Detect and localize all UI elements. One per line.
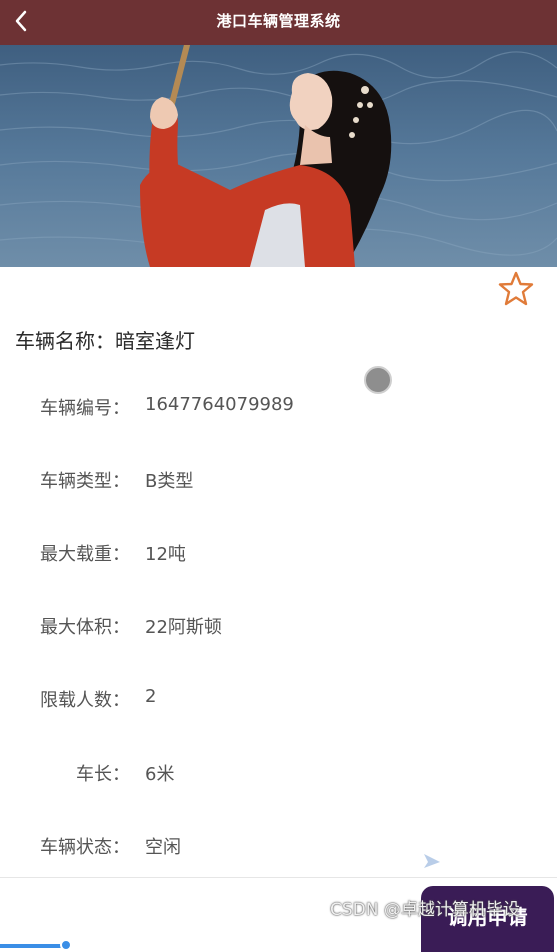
detail-row-passenger-limit: 限载人数 ： 2 <box>0 686 557 716</box>
detail-row-vehicle-type: 车辆类型 ： B类型 <box>0 467 557 497</box>
detail-colon: ： <box>112 544 130 565</box>
detail-value: 12吨 <box>145 544 186 565</box>
detail-label: 车辆类型 <box>40 471 112 492</box>
detail-colon: ： <box>112 690 130 711</box>
detail-label: 最大体积 <box>40 617 112 638</box>
vehicle-name-label: 车辆名称： <box>15 329 115 353</box>
detail-label: 车辆编号 <box>40 398 112 419</box>
page-title: 港口车辆管理系统 <box>216 12 341 30</box>
detail-value: 6米 <box>145 764 175 785</box>
vehicle-banner-image <box>0 45 557 267</box>
detail-colon: ： <box>112 617 130 638</box>
detail-value: 22阿斯顿 <box>145 617 222 638</box>
cursor-arrow-icon <box>424 854 440 868</box>
favorite-button[interactable] <box>497 270 535 308</box>
detail-value: 2 <box>145 686 157 707</box>
detail-row-max-load: 最大载重 ： 12吨 <box>0 540 557 570</box>
vehicle-name: 车辆名称：暗室逢灯 <box>15 325 195 354</box>
detail-value: B类型 <box>145 471 194 492</box>
detail-colon: ： <box>112 398 130 419</box>
detail-value: 空闲 <box>145 837 181 858</box>
detail-row-vehicle-length: 车长 ： 6米 <box>0 760 557 790</box>
watermark-text: CSDN @卓越计算机毕设 <box>330 900 520 920</box>
detail-value: 1647764079989 <box>145 394 294 415</box>
detail-label: 最大载重 <box>40 544 112 565</box>
vehicle-name-value: 暗室逢灯 <box>115 329 195 353</box>
detail-row-max-volume: 最大体积 ： 22阿斯顿 <box>0 613 557 643</box>
star-outline-icon <box>498 271 534 306</box>
detail-label: 车辆状态 <box>40 837 112 858</box>
detail-colon: ： <box>112 471 130 492</box>
detail-row-vehicle-number: 车辆编号 ： 1647764079989 <box>0 394 557 424</box>
progress-track <box>0 944 64 948</box>
detail-label: 车长 <box>76 764 112 785</box>
detail-row-vehicle-status: 车辆状态 ： 空闲 <box>0 833 557 863</box>
detail-colon: ： <box>112 837 130 858</box>
detail-label: 限载人数 <box>40 690 112 711</box>
app-header: 港口车辆管理系统 <box>0 0 557 45</box>
progress-thumb[interactable] <box>60 939 72 951</box>
touch-cursor-indicator <box>364 366 392 394</box>
detail-colon: ： <box>112 764 130 785</box>
